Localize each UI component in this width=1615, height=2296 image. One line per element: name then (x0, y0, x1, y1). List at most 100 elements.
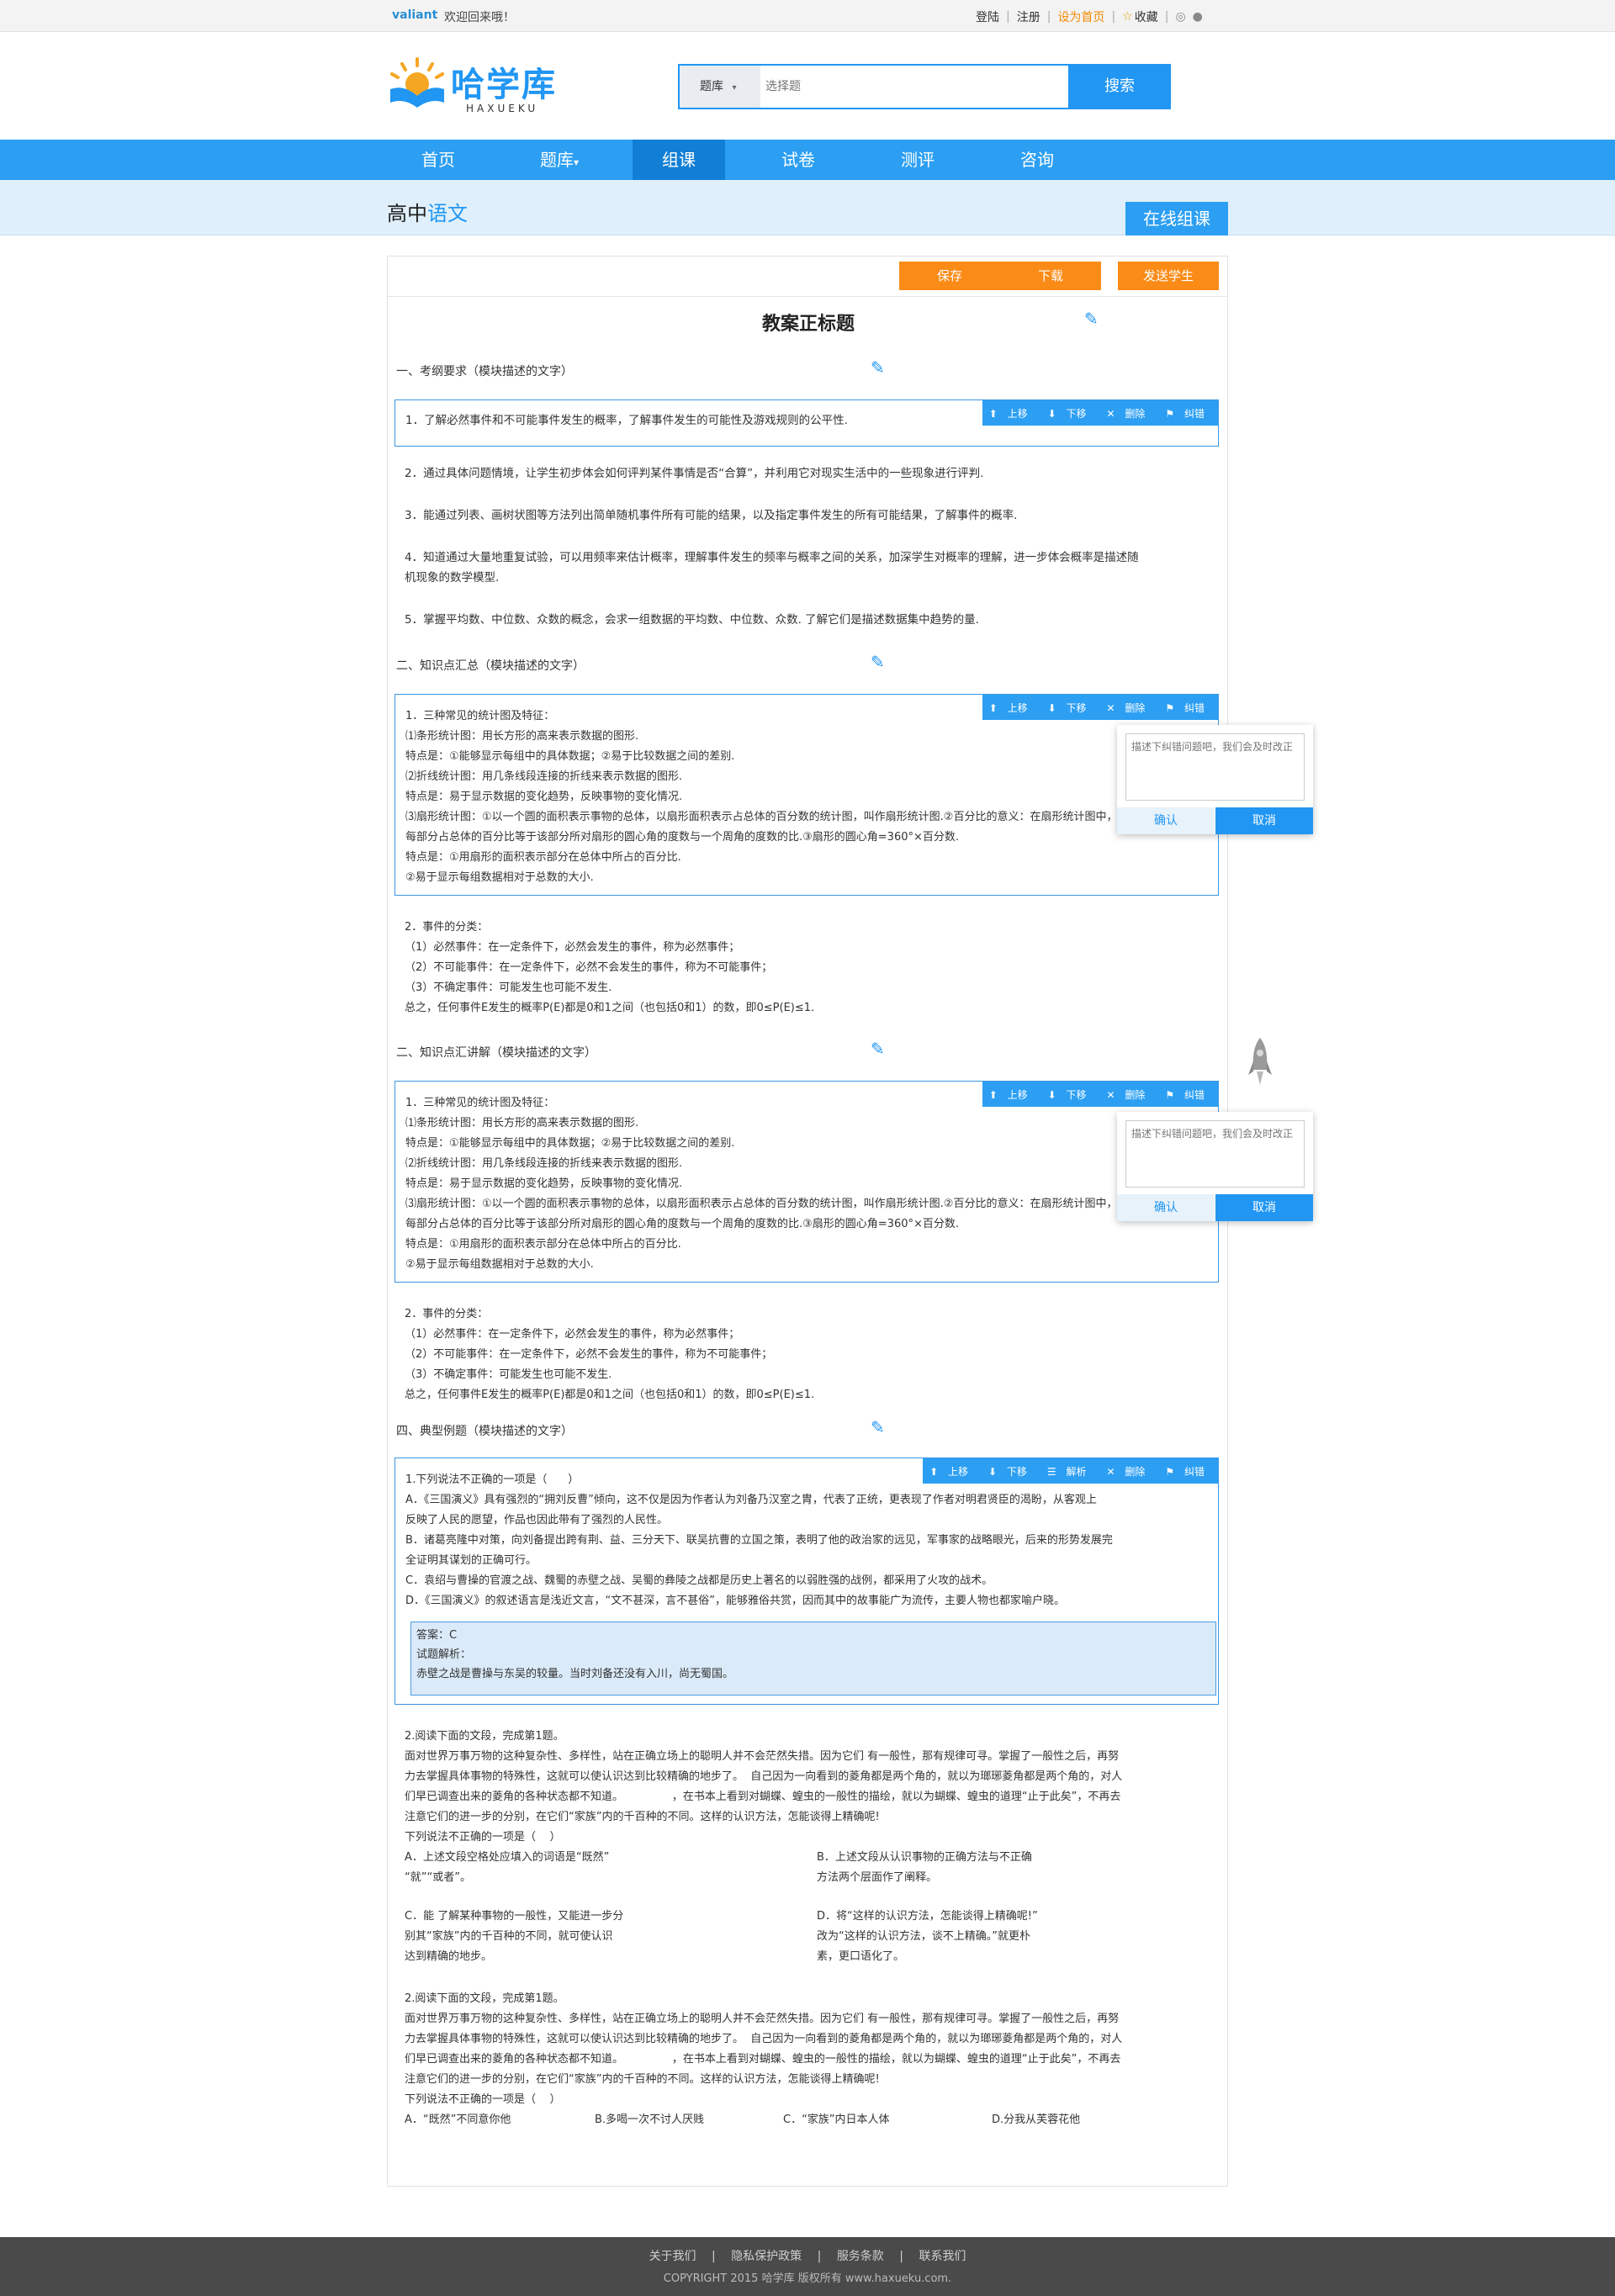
option-text[interactable]: C．“家族”内日本人体 (783, 2110, 890, 2130)
question-text: 1．三种常见的统计图及特征： ⑴条形统计图：用长方形的高来表示数据的图形. 特点… (405, 710, 1118, 884)
report-textarea[interactable] (1125, 1120, 1305, 1188)
report-popup: 确认 取消 (1117, 725, 1313, 834)
report-textarea[interactable] (1125, 733, 1305, 801)
subject-title: 高中语文 (387, 197, 468, 226)
download-button[interactable]: 下载 (1000, 262, 1101, 290)
nav-item-lesson[interactable]: 组课 (633, 140, 725, 180)
nav-label: 首页 (421, 150, 455, 170)
section-title: 一、考纲要求（模块描述的文字） (396, 365, 573, 378)
question-text: 1.下列说法不正确的一项是（ ） A．《三国演义》具有强烈的“拥刘反曹”倾向，这… (405, 1473, 1113, 1607)
toolbar: 保存 下载 发送学生 (388, 257, 1227, 297)
logo[interactable]: 哈学库 HAXUEKU (385, 56, 579, 123)
nav-item-question-bank[interactable]: 题库▾ (513, 140, 606, 180)
question-text: 3．能通过列表、画树状图等方法列出简单随机事件所有可能的结果，以及指定事件发生的… (405, 509, 1018, 522)
divider: | (1046, 10, 1051, 24)
send-students-button[interactable]: 发送学生 (1118, 262, 1219, 290)
confirm-button[interactable]: 确认 (1117, 807, 1215, 834)
question-text: 5．掌握平均数、中位数、众数的概念，会求一组数据的平均数、中位数、众数. 了解它… (405, 613, 979, 627)
logo-icon (390, 57, 444, 108)
nav-label: 试卷 (781, 150, 815, 170)
report-button[interactable]: ⚑ 纠错 (1165, 406, 1211, 421)
footer-link-contact[interactable]: 联系我们 (919, 2250, 966, 2263)
chevron-down-icon: ▾ (732, 83, 737, 93)
report-button[interactable]: ⚑ 纠错 (1165, 1087, 1211, 1102)
confirm-button[interactable]: 确认 (1117, 1194, 1215, 1221)
section-title: 四、典型例题（模块描述的文字） (396, 1425, 573, 1438)
search-input[interactable] (765, 76, 1018, 98)
option-text[interactable]: B．上述文段从认识事物的正确方法与不正确 方法两个层面作了阐释。 (817, 1848, 1032, 1888)
option-text[interactable]: D．将“这样的认识方法，怎能谈得上精确呢!” 改为“这样的认识方法，谈不上精确。… (817, 1907, 1038, 1967)
subject-name: 语文 (427, 202, 468, 225)
delete-label: 删除 (1125, 701, 1146, 714)
delete-button[interactable]: ✕ 删除 (1107, 1464, 1152, 1479)
footer-link-about[interactable]: 关于我们 (649, 2250, 696, 2263)
save-button[interactable]: 保存 (899, 262, 1000, 290)
username[interactable]: valiant (392, 8, 437, 22)
delete-label: 删除 (1125, 1088, 1146, 1101)
footer-link-privacy[interactable]: 隐私保护政策 (731, 2250, 802, 2263)
nav-item-home[interactable]: 首页 (392, 140, 484, 180)
move-down-label: 下移 (1066, 407, 1087, 420)
edit-icon[interactable]: ✎ (871, 1040, 887, 1057)
subject-header: 高中语文 在线组课 (0, 180, 1615, 235)
nav-item-assessment[interactable]: 测评 (871, 140, 964, 180)
edit-icon[interactable]: ✎ (871, 1419, 887, 1436)
search-bar: 题库 ▾ 搜索 (678, 64, 1171, 109)
question-block[interactable]: ⬆ 上移 ⬇ 下移 ☰ 解析 ✕ 删除 ⚑ 纠错 1.下列说法不正确的一项是（ … (394, 1457, 1219, 1705)
logo-text: 哈学库 (451, 66, 557, 104)
online-lesson-tab[interactable]: 在线组课 (1125, 202, 1228, 235)
nav-label: 组课 (662, 150, 696, 170)
section-title: 二、知识点汇讲解（模块描述的文字） (396, 1046, 596, 1060)
edit-icon[interactable]: ✎ (871, 653, 887, 670)
move-up-label: 上移 (1007, 407, 1028, 420)
option-text[interactable]: A．上述文段空格处应填入的词语是“既然” “就”“或者”。 (405, 1848, 609, 1888)
search-category-select[interactable]: 题库 ▾ (680, 66, 760, 108)
search-button[interactable]: 搜索 (1068, 66, 1171, 108)
weibo-icon[interactable]: ◎ (1175, 10, 1185, 24)
back-to-top-rocket-icon[interactable] (1247, 1036, 1273, 1090)
report-label: 纠错 (1183, 1465, 1205, 1478)
edit-icon[interactable]: ✎ (871, 359, 887, 376)
report-button[interactable]: ⚑ 纠错 (1165, 1464, 1211, 1479)
question-text: 2．事件的分类： （1）必然事件：在一定条件下，必然会发生的事件，称为必然事件；… (405, 921, 815, 1014)
option-text[interactable]: C．能 了解某种事物的一般性，又能进一步分 别其“家族”内的千百种的不同，就可使… (405, 1907, 623, 1967)
divider: | (805, 2250, 834, 2263)
wechat-icon[interactable]: ● (1193, 10, 1203, 24)
favorite-link[interactable]: 收藏 (1135, 8, 1158, 25)
divider: | (700, 2250, 728, 2263)
cancel-button[interactable]: 取消 (1215, 1194, 1313, 1221)
delete-label: 删除 (1125, 1465, 1146, 1478)
star-icon[interactable]: ☆ (1122, 10, 1133, 24)
footer-link-terms[interactable]: 服务条款 (837, 2250, 884, 2263)
nav-label: 题库 (539, 150, 574, 170)
option-text[interactable]: D.分我从芙蓉花他 (992, 2110, 1080, 2130)
question-text: 2．事件的分类： （1）必然事件：在一定条件下，必然会发生的事件，称为必然事件；… (405, 1308, 815, 1401)
divider: | (1111, 10, 1116, 24)
cancel-button[interactable]: 取消 (1215, 807, 1313, 834)
report-label: 纠错 (1183, 701, 1205, 714)
top-bar: valiant 欢迎回来哦！ 登陆 | 注册 | 设为首页 | ☆ 收藏 | ◎… (0, 0, 1615, 32)
main-nav: 首页 题库▾ 组课 试卷 测评 咨询 (0, 140, 1615, 180)
question-block[interactable]: ⬆ 上移 ⬇ 下移 ✕ 删除 ⚑ 纠错 1．三种常见的统计图及特征： ⑴条形统计… (394, 694, 1219, 896)
report-button[interactable]: ⚑ 纠错 (1165, 701, 1211, 715)
divider: | (1006, 10, 1010, 24)
option-text[interactable]: B.多喝一次不讨人厌贱 (595, 2110, 704, 2130)
edit-icon[interactable]: ✎ (1084, 310, 1101, 327)
footer: 关于我们 | 隐私保护政策 | 服务条款 | 联系我们 COPYRIGHT 20… (0, 2237, 1615, 2296)
delete-label: 删除 (1125, 407, 1146, 420)
move-up-button[interactable]: ⬆ 上移 (989, 406, 1035, 421)
question-block[interactable]: ⬆ 上移 ⬇ 下移 ✕ 删除 ⚑ 纠错 1．三种常见的统计图及特征： ⑴条形统计… (394, 1081, 1219, 1283)
nav-item-papers[interactable]: 试卷 (752, 140, 845, 180)
doc-title: 教案正标题 (761, 314, 855, 335)
report-label: 纠错 (1183, 407, 1205, 420)
nav-item-consult[interactable]: 咨询 (991, 140, 1083, 180)
answer-box: 答案：C 试题解析： 赤壁之战是曹操与东吴的较量。当时刘备还没有入川，尚无蜀国。 (410, 1621, 1216, 1696)
option-text[interactable]: A．“既然”不同意你他 (405, 2110, 511, 2130)
question-block[interactable]: ⬆ 上移 ⬇ 下移 ✕ 删除 ⚑ 纠错 1．了解必然事件和不可能事件发生的概率，… (394, 399, 1219, 447)
move-down-button[interactable]: ⬇ 下移 (1048, 406, 1093, 421)
set-home-link[interactable]: 设为首页 (1057, 8, 1104, 25)
login-link[interactable]: 登陆 (976, 8, 999, 25)
question-text: 2．通过具体问题情境，让学生初步体会如何评判某件事情是否“合算”，并利用它对现实… (405, 467, 984, 480)
delete-button[interactable]: ✕ 删除 (1107, 406, 1152, 421)
register-link[interactable]: 注册 (1017, 8, 1040, 25)
